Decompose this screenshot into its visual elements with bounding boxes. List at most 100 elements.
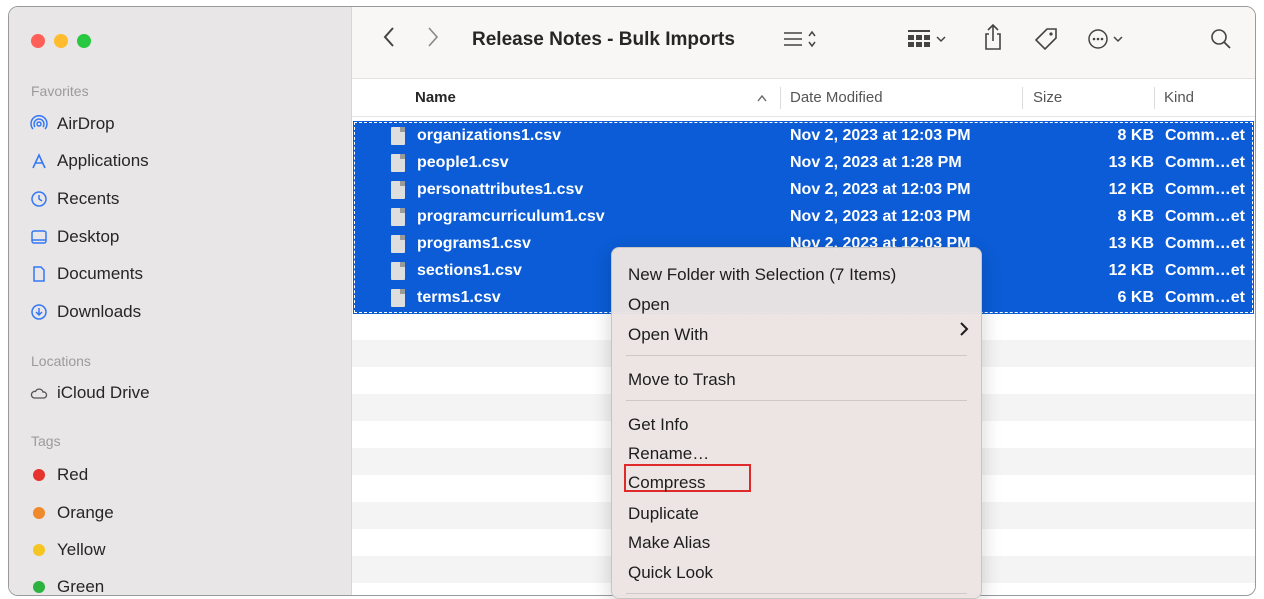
- group-icon[interactable]: [907, 27, 951, 59]
- file-name: organizations1.csv: [417, 127, 562, 144]
- column-header-date-modified[interactable]: Date Modified: [790, 89, 883, 106]
- window-title: Release Notes - Bulk Imports: [472, 29, 735, 50]
- forward-icon[interactable]: [426, 25, 440, 57]
- sidebar-item-downloads[interactable]: Downloads: [29, 300, 141, 324]
- file-kind: Comm…et: [1165, 235, 1246, 252]
- menu-item-move-to-trash[interactable]: Move to Trash: [628, 370, 736, 390]
- applications-icon: [29, 152, 49, 170]
- file-name: sections1.csv: [417, 262, 522, 279]
- list-view-icon[interactable]: [782, 27, 822, 59]
- file-kind: Comm…et: [1165, 208, 1246, 225]
- file-date: Nov 2, 2023 at 12:03 PM: [790, 127, 971, 144]
- sidebar-item-label: Desktop: [57, 227, 120, 246]
- sidebar-item-label: AirDrop: [57, 114, 115, 133]
- menu-item-get-info[interactable]: Get Info: [628, 415, 688, 435]
- sidebar-section-tags: Tags: [31, 433, 61, 449]
- file-kind: Comm…et: [1165, 181, 1246, 198]
- file-name: personattributes1.csv: [417, 181, 584, 198]
- window-controls: [31, 34, 91, 48]
- close-window-button[interactable]: [31, 34, 45, 48]
- sidebar-item-icloud-drive[interactable]: iCloud Drive: [29, 381, 150, 405]
- sidebar: Favorites AirDrop Applications Recents D…: [9, 7, 352, 595]
- share-icon[interactable]: [982, 23, 1004, 59]
- context-menu: New Folder with Selection (7 Items) Open…: [611, 247, 982, 599]
- sort-ascending-icon: [756, 92, 768, 106]
- file-size: 13 KB: [1108, 154, 1154, 171]
- sidebar-item-airdrop[interactable]: AirDrop: [29, 112, 115, 136]
- sidebar-tag-green[interactable]: Green: [29, 575, 105, 596]
- sidebar-tag-yellow[interactable]: Yellow: [29, 538, 106, 562]
- csv-file-icon: [391, 289, 405, 307]
- sidebar-item-label: Downloads: [57, 302, 142, 321]
- table-row[interactable]: programcurriculum1.csv Nov 2, 2023 at 12…: [354, 204, 1253, 231]
- column-header-kind[interactable]: Kind: [1164, 89, 1194, 106]
- file-name: programcurriculum1.csv: [417, 208, 605, 225]
- table-row[interactable]: personattributes1.csv Nov 2, 2023 at 12:…: [354, 177, 1253, 204]
- menu-item-make-alias[interactable]: Make Alias: [628, 533, 710, 553]
- file-kind: Comm…et: [1165, 262, 1246, 279]
- file-size: 13 KB: [1108, 235, 1154, 252]
- tag-dot-icon: [33, 507, 45, 519]
- sidebar-item-label: iCloud Drive: [57, 383, 150, 402]
- column-divider[interactable]: [780, 87, 781, 109]
- column-header-size[interactable]: Size: [1033, 89, 1062, 106]
- sidebar-section-locations: Locations: [31, 353, 91, 369]
- sidebar-item-desktop[interactable]: Desktop: [29, 225, 119, 249]
- menu-item-quick-look[interactable]: Quick Look: [628, 563, 713, 583]
- menu-item-open-with[interactable]: Open With: [628, 325, 708, 345]
- file-size: 12 KB: [1108, 181, 1154, 198]
- zoom-window-button[interactable]: [77, 34, 91, 48]
- sidebar-tag-orange[interactable]: Orange: [29, 501, 114, 525]
- column-header-name[interactable]: Name: [415, 89, 456, 106]
- tag-icon[interactable]: [1032, 26, 1060, 60]
- file-date: Nov 2, 2023 at 12:03 PM: [790, 181, 971, 198]
- menu-item-rename[interactable]: Rename…: [628, 444, 709, 464]
- menu-item-new-folder-with-selection[interactable]: New Folder with Selection (7 Items): [628, 265, 896, 285]
- menu-item-open[interactable]: Open: [628, 295, 670, 315]
- chevron-right-icon: [959, 321, 969, 342]
- tag-dot-icon: [33, 544, 45, 556]
- csv-file-icon: [391, 181, 405, 199]
- column-divider[interactable]: [1022, 87, 1023, 109]
- back-icon[interactable]: [382, 25, 396, 57]
- csv-file-icon: [391, 127, 405, 145]
- file-name: terms1.csv: [417, 289, 501, 306]
- csv-file-icon: [391, 262, 405, 280]
- sidebar-item-recents[interactable]: Recents: [29, 187, 119, 211]
- toolbar: Release Notes - Bulk Imports: [352, 7, 1255, 79]
- file-name: programs1.csv: [417, 235, 531, 252]
- file-date: Nov 2, 2023 at 12:03 PM: [790, 208, 971, 225]
- file-size: 8 KB: [1117, 208, 1154, 225]
- column-divider[interactable]: [1154, 87, 1155, 109]
- file-date: Nov 2, 2023 at 1:28 PM: [790, 154, 962, 171]
- cloud-icon: [29, 384, 49, 402]
- csv-file-icon: [391, 154, 405, 172]
- sidebar-item-applications[interactable]: Applications: [29, 149, 149, 173]
- sidebar-item-label: Applications: [57, 151, 149, 170]
- more-actions-icon[interactable]: [1086, 27, 1132, 59]
- sidebar-item-documents[interactable]: Documents: [29, 262, 143, 286]
- csv-file-icon: [391, 235, 405, 253]
- file-size: 12 KB: [1108, 262, 1154, 279]
- sidebar-item-label: Recents: [57, 189, 120, 208]
- document-icon: [29, 265, 49, 283]
- sidebar-item-label: Yellow: [57, 540, 106, 559]
- tag-dot-icon: [33, 581, 45, 593]
- minimize-window-button[interactable]: [54, 34, 68, 48]
- file-kind: Comm…et: [1165, 127, 1246, 144]
- menu-divider: [626, 400, 967, 401]
- menu-item-duplicate[interactable]: Duplicate: [628, 504, 699, 524]
- file-name: people1.csv: [417, 154, 509, 171]
- file-kind: Comm…et: [1165, 289, 1246, 306]
- csv-file-icon: [391, 208, 405, 226]
- table-row[interactable]: organizations1.csv Nov 2, 2023 at 12:03 …: [354, 123, 1253, 150]
- sidebar-section-favorites: Favorites: [31, 83, 89, 99]
- clock-icon: [29, 190, 49, 208]
- file-size: 6 KB: [1117, 289, 1154, 306]
- file-kind: Comm…et: [1165, 154, 1246, 171]
- sidebar-tag-red[interactable]: Red: [29, 463, 88, 487]
- menu-item-compress[interactable]: Compress: [628, 473, 705, 493]
- table-row[interactable]: people1.csv Nov 2, 2023 at 1:28 PM 13 KB…: [354, 150, 1253, 177]
- search-icon[interactable]: [1209, 27, 1233, 59]
- sidebar-item-label: Green: [57, 577, 105, 596]
